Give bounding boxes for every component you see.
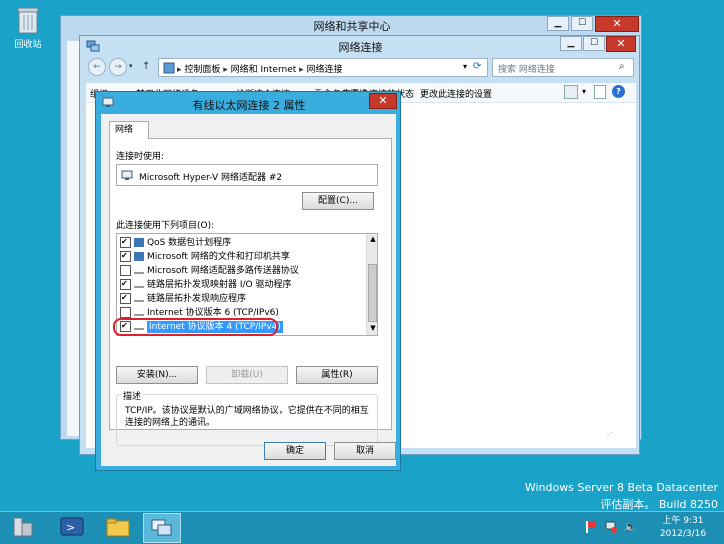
server-manager-button[interactable] [10, 515, 46, 541]
network-adapter-icon [121, 170, 133, 180]
recycle-bin[interactable]: 回收站 [8, 5, 48, 53]
server-manager-icon [13, 517, 33, 537]
svg-text:>: > [66, 521, 75, 534]
clock[interactable]: 上午 9:31 2012/3/16 [652, 515, 714, 543]
back-button[interactable]: ← [88, 58, 106, 76]
description-text: TCP/IP。该协议是默认的广域网络协议，它提供在不同的相互连接的网络上的通讯。 [125, 406, 369, 428]
dialog-title: 有线以太网连接 2 属性 [192, 99, 306, 112]
powershell-button[interactable]: > [60, 516, 86, 540]
list-item[interactable]: 链路层拓扑发现映射器 I/O 驱动程序 [117, 277, 364, 292]
maximize-button[interactable]: ☐ [583, 36, 605, 51]
list-scrollbar[interactable]: ▲ ▼ [366, 234, 377, 335]
configure-button[interactable]: 配置(C)... [302, 192, 374, 210]
list-item[interactable]: 链路层拓扑发现响应程序 [117, 291, 364, 306]
scroll-up-icon[interactable]: ▲ [367, 235, 377, 243]
connect-using-label: 连接时使用: [116, 152, 165, 162]
dialog-body: 网络 连接时使用: Microsoft Hyper-V 网络适配器 #2 配置(… [101, 114, 396, 466]
close-button[interactable]: ✕ [595, 16, 639, 32]
search-input[interactable]: 搜索 网络连接 [498, 62, 555, 75]
resize-grip-icon[interactable]: ⋰ [606, 431, 618, 443]
list-item[interactable]: Microsoft 网络的文件和打印机共享 [117, 249, 364, 264]
minimize-button[interactable]: ▁ [547, 16, 569, 31]
flag-icon[interactable] [585, 520, 597, 533]
refresh-button[interactable]: ⟳ [473, 61, 481, 72]
items-label: 此连接使用下列项目(O): [116, 221, 215, 231]
recycle-bin-icon [17, 7, 39, 34]
change-view-icon[interactable] [564, 85, 578, 99]
protocol-icon [134, 281, 144, 288]
breadcrumb-control-panel[interactable]: 控制面板 [184, 65, 220, 75]
view-options-dropdown[interactable]: ▾ [582, 87, 586, 96]
list-item[interactable]: Microsoft 网络适配器多路传送器协议 [117, 264, 364, 278]
item-checkbox[interactable] [120, 277, 131, 291]
close-button[interactable]: ✕ [606, 36, 636, 52]
window-title: 网络连接 [338, 41, 383, 54]
item-checkbox[interactable] [120, 265, 131, 276]
back-window-client [67, 41, 79, 436]
change-settings-button[interactable]: 更改此连接的设置 [420, 87, 492, 100]
item-checkbox[interactable] [120, 249, 131, 263]
build-watermark: 评估副本。 Build 8250 [600, 498, 718, 511]
properties-button[interactable]: 属性(R) [296, 366, 378, 384]
powershell-icon: > [60, 517, 84, 536]
volume-icon[interactable]: 🔈 [624, 520, 638, 533]
breadcrumb: ▸ 控制面板 ▸ 网络和 Internet ▸ 网络连接 [177, 65, 343, 75]
scroll-thumb[interactable] [368, 264, 377, 322]
breadcrumb-network-connections[interactable]: 网络连接 [307, 65, 343, 75]
scroll-down-icon[interactable]: ▼ [367, 324, 377, 332]
network-connections-icon [151, 519, 172, 536]
clock-time: 上午 9:31 [662, 516, 704, 526]
service-icon [134, 238, 144, 247]
forward-button[interactable]: → [109, 58, 127, 76]
uninstall-button[interactable]: 卸载(U) [206, 366, 288, 384]
control-panel-icon [163, 62, 175, 74]
description-label: 描述 [121, 389, 144, 402]
recycle-bin-label: 回收站 [14, 40, 42, 50]
taskbar: > 🔈 上午 9:31 2012/3/16 [0, 511, 724, 544]
recent-locations-dropdown[interactable]: ▾ [129, 62, 133, 70]
protocol-icon [134, 295, 144, 302]
description-group: 描述 TCP/IP。该协议是默认的广域网络协议，它提供在不同的相互连接的网络上的… [116, 389, 378, 446]
cancel-button[interactable]: 取消 [334, 442, 396, 460]
ok-button[interactable]: 确定 [264, 442, 326, 460]
protocol-icon [134, 267, 144, 274]
preview-pane-icon[interactable] [594, 85, 606, 99]
edition-watermark: Windows Server 8 Beta Datacenter [524, 481, 718, 494]
properties-dialog[interactable]: 有线以太网连接 2 属性 ✕ 网络 连接时使用: Microsoft Hyper… [95, 91, 401, 471]
file-explorer-button[interactable] [105, 516, 133, 540]
adapter-name: Microsoft Hyper-V 网络适配器 #2 [139, 173, 283, 183]
tab-page: 连接时使用: Microsoft Hyper-V 网络适配器 #2 配置(C).… [109, 138, 392, 446]
clock-date: 2012/3/16 [659, 529, 707, 539]
protocol-icon [134, 309, 144, 316]
help-icon[interactable]: ? [612, 85, 625, 98]
adapter-field: Microsoft Hyper-V 网络适配器 #2 [116, 164, 378, 186]
item-checkbox[interactable] [120, 291, 131, 305]
list-item[interactable]: QoS 数据包计划程序 [117, 235, 364, 250]
close-button[interactable]: ✕ [369, 93, 397, 109]
network-connections-task-button[interactable] [143, 513, 181, 543]
network-tray-icon[interactable] [605, 520, 617, 533]
minimize-button[interactable]: ▁ [560, 36, 582, 51]
maximize-button[interactable]: ☐ [571, 16, 593, 31]
address-bar[interactable]: ▸ 控制面板 ▸ 网络和 Internet ▸ 网络连接 ▾ ⟳ [158, 58, 488, 77]
item-checkbox[interactable] [120, 235, 131, 249]
tab-network[interactable]: 网络 [109, 121, 149, 139]
up-button[interactable]: ↑ [142, 61, 150, 72]
breadcrumb-network-internet[interactable]: 网络和 Internet [231, 65, 297, 75]
service-icon [134, 252, 144, 261]
highlight-annotation [113, 318, 278, 336]
address-dropdown-button[interactable]: ▾ [463, 62, 467, 71]
install-button[interactable]: 安装(N)... [116, 366, 198, 384]
folder-icon [106, 518, 130, 537]
search-box[interactable]: 搜索 网络连接 ⌕ [492, 58, 634, 77]
search-icon: ⌕ [619, 61, 625, 72]
item-checkbox[interactable] [120, 307, 131, 318]
